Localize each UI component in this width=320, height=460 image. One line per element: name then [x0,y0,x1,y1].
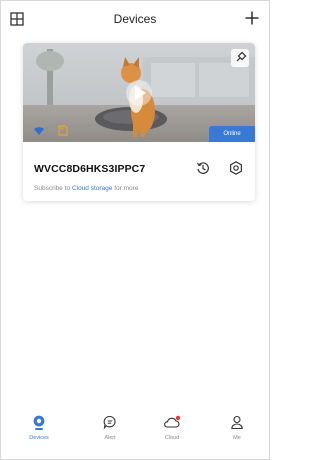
page-title: Devices [113,12,157,26]
person-icon [231,415,243,430]
nav-devices[interactable]: Devices [14,415,64,455]
add-device-icon[interactable] [245,11,259,25]
cloud-storage-promo: Subscribe to Cloud storage for more [34,185,138,192]
nav-me[interactable]: Me [212,415,262,455]
camera-icon [33,415,45,430]
promo-text-suffix: for more [112,185,139,192]
nav-cloud[interactable]: Cloud [147,415,197,455]
pin-icon [236,51,247,62]
device-name: WVCC8D6HKS3IPPC7 [34,163,146,175]
top-bar: Devices [1,1,269,39]
sd-card-icon [57,125,68,136]
promo-text-prefix: Subscribe to [34,185,72,192]
device-card[interactable]: Online WVCC8D6HKS3IPPC7 Subscribe to Clo… [23,43,255,201]
nav-devices-label: Devices [29,435,49,441]
app-screen: Devices Online WVCC8D6HKS3IPPC7 Subscrib… [0,0,270,460]
status-badge: Online [209,126,255,142]
nav-me-label: Me [233,435,241,441]
nav-alert[interactable]: Alert [85,415,135,455]
bottom-nav: Devices Alert Cloud Me [1,409,269,459]
gear-icon[interactable] [229,161,243,175]
chat-icon [103,415,116,430]
history-icon[interactable] [196,161,210,175]
cloud-storage-link[interactable]: Cloud storage [72,185,112,192]
camera-preview[interactable]: Online [23,43,255,142]
cloud-icon [164,415,181,428]
pin-button[interactable] [231,49,249,67]
nav-alert-label: Alert [104,435,116,441]
notification-dot [175,415,181,421]
nav-cloud-label: Cloud [164,435,180,441]
wifi-signal-icon [33,126,45,136]
